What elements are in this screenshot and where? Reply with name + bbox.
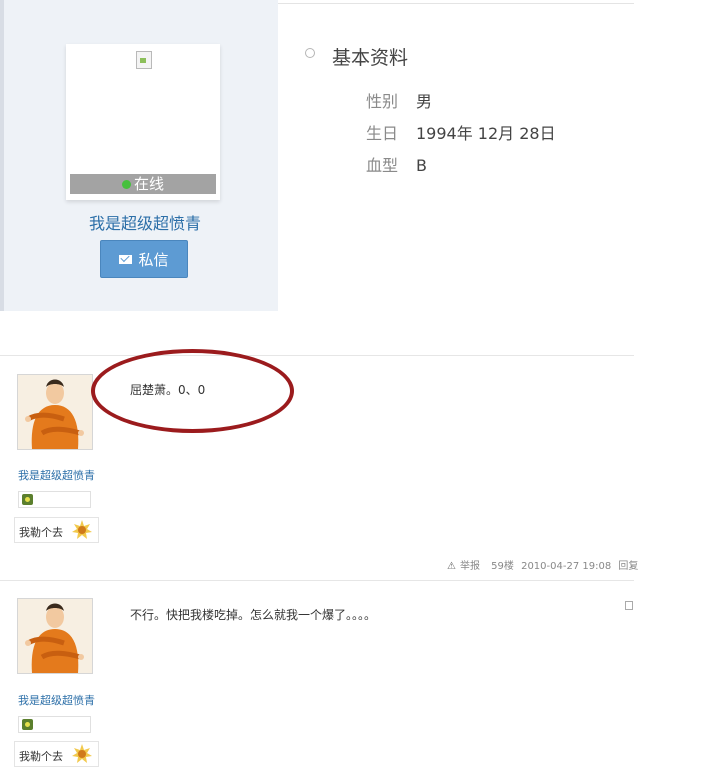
private-message-button[interactable]: 私信 xyxy=(100,240,188,278)
level-icon xyxy=(22,494,33,505)
info-row-blood-type: 血型 B xyxy=(366,152,427,176)
info-value: 男 xyxy=(416,92,433,111)
rank-badge-icon xyxy=(72,744,92,763)
broken-image-icon xyxy=(136,51,152,69)
info-row-birthday: 生日 1994年 12月 28日 xyxy=(366,120,556,144)
reply-link[interactable]: 回复 xyxy=(618,561,638,572)
online-status: 在线 xyxy=(70,174,216,194)
info-row-gender: 性别男 xyxy=(366,88,432,112)
mail-icon xyxy=(119,255,133,264)
floor-number: 59楼 xyxy=(491,561,514,572)
user-title: 我勒个去 xyxy=(14,741,99,767)
info-label: 性别 xyxy=(366,92,399,111)
avatar-illustration xyxy=(18,599,92,673)
warning-icon: ⚠ xyxy=(447,561,456,572)
user-title-text: 我勒个去 xyxy=(19,526,63,539)
info-value: B xyxy=(416,156,427,175)
profile-sidebar: 在线 我是超级超愤青 私信 xyxy=(0,0,278,311)
level-icon xyxy=(22,719,33,730)
private-message-label: 私信 xyxy=(138,251,169,269)
section-title: 基本资料 xyxy=(332,47,409,69)
profile-username[interactable]: 我是超级超愤青 xyxy=(66,210,224,234)
avatar-illustration xyxy=(18,375,92,449)
profile-avatar[interactable]: 在线 xyxy=(66,44,220,200)
online-label: 在线 xyxy=(133,175,164,193)
post-timestamp: 2010-04-27 19:08 xyxy=(521,561,612,572)
report-label: 举报 xyxy=(459,561,480,572)
info-value: 1994年 12月 28日 xyxy=(416,124,556,143)
info-label: 血型 xyxy=(366,156,399,175)
info-label: 生日 xyxy=(366,124,399,143)
annotation-circle xyxy=(91,349,294,433)
post-author[interactable]: 我是超级超愤青 xyxy=(18,467,95,483)
section-bullet-icon xyxy=(305,48,315,58)
post-menu-icon[interactable] xyxy=(625,601,633,610)
post-content: 不行。快把我楼吃掉。怎么就我一个爆了。。。。 xyxy=(130,608,377,622)
user-title-text: 我勒个去 xyxy=(19,750,63,763)
post-divider xyxy=(0,580,634,581)
post-avatar[interactable] xyxy=(17,598,93,674)
user-level xyxy=(18,491,91,508)
post-avatar[interactable] xyxy=(17,374,93,450)
post-author[interactable]: 我是超级超愤青 xyxy=(18,692,95,708)
online-status-icon xyxy=(121,180,131,189)
report-link[interactable]: ⚠ 举报 xyxy=(447,561,484,572)
user-title: 我勒个去 xyxy=(14,517,99,543)
user-level xyxy=(18,716,91,733)
profile-top-border xyxy=(278,3,634,4)
post-footer: ⚠ 举报 59楼 2010-04-27 19:08 回复 xyxy=(447,557,642,572)
rank-badge-icon xyxy=(72,520,92,539)
post-divider xyxy=(0,355,634,356)
